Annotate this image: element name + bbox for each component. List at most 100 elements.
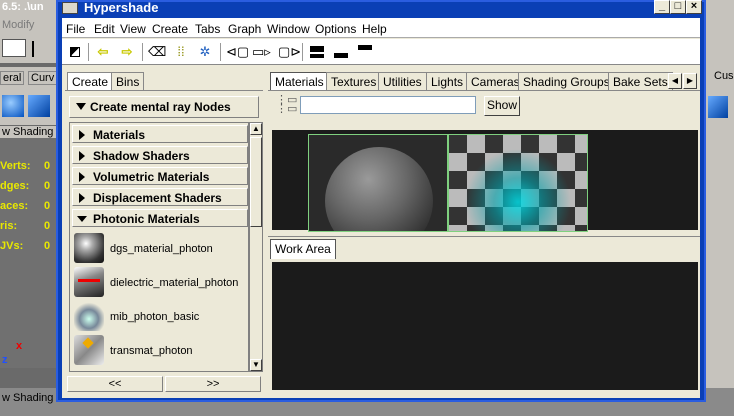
nav-next-button[interactable]: >> <box>165 376 261 392</box>
toolbar-separator <box>142 43 143 61</box>
filter-icon[interactable]: ⋮▭ ⋮▭ <box>276 95 297 116</box>
node-label: dgs_material_photon <box>110 243 213 255</box>
shelf-tool-icon[interactable] <box>708 96 728 118</box>
cube-icon[interactable] <box>28 95 50 117</box>
category-label: Shadow Shaders <box>93 149 190 163</box>
tab-textures[interactable]: Textures <box>326 72 382 90</box>
sphere-icon[interactable] <box>2 95 24 117</box>
category-materials[interactable]: Materials <box>72 125 248 143</box>
close-button[interactable]: × <box>686 0 702 14</box>
chevron-right-icon <box>79 172 85 182</box>
create-nodes-label: Create mental ray Nodes <box>90 100 231 114</box>
node-dielectric-material-photon[interactable]: dielectric_material_photon <box>74 267 248 301</box>
back-arrow-icon[interactable]: ⇦ <box>94 43 112 61</box>
menu-edit[interactable]: Edit <box>94 22 115 36</box>
tab-materials[interactable]: Materials <box>270 72 329 90</box>
category-displacement-shaders[interactable]: Displacement Shaders <box>72 188 248 206</box>
minimize-button[interactable]: _ <box>654 0 670 14</box>
input-connections-icon[interactable]: ⊲▢ <box>226 43 249 61</box>
filter-input[interactable] <box>300 96 476 114</box>
maximize-button[interactable]: □ <box>670 0 686 14</box>
shelf-tab-curves[interactable]: Curv <box>28 71 58 85</box>
tab-bins[interactable]: Bins <box>111 72 145 90</box>
background-dropdown[interactable] <box>2 39 26 57</box>
background-shelf-tabs: eral Curv <box>0 67 62 89</box>
create-nodes-dropdown[interactable]: Create mental ray Nodes <box>69 96 259 118</box>
input-output-icon[interactable]: ▭▹ <box>252 43 271 61</box>
category-label: Volumetric Materials <box>93 170 210 184</box>
toolbar: ⇦ ⇨ ⌫ ⁞⁞ ✲ ⊲▢ ▭▹ ▢⊳ <box>62 39 700 65</box>
node-tree-scrollbar[interactable]: ▲ ▼ <box>249 122 263 372</box>
material-swatch-area[interactable] <box>272 130 698 232</box>
hud-faces-label: aces: <box>0 200 29 212</box>
background-menu: Modify <box>0 17 62 35</box>
graph-nodes-icon[interactable] <box>66 43 84 61</box>
background-menu-modify[interactable]: Modify <box>2 19 34 31</box>
menu-file[interactable]: File <box>66 22 85 36</box>
chevron-right-icon <box>79 151 85 161</box>
background-viewport: Verts: 0 dges: 0 aces: 0 ris: 0 JVs: 0 x z <box>0 138 62 368</box>
menu-help[interactable]: Help <box>362 22 387 36</box>
tab-scroll-right-icon[interactable]: ▶ <box>683 73 697 89</box>
menu-graph[interactable]: Graph <box>228 22 261 36</box>
clear-graph-icon[interactable]: ⌫ <box>148 43 166 61</box>
window-title-bar[interactable]: Hypershade _ □ × <box>58 0 704 16</box>
node-label: dielectric_material_photon <box>110 277 239 289</box>
top-tab-only-icon[interactable] <box>308 43 326 61</box>
tab-cameras[interactable]: Cameras <box>466 72 525 90</box>
tab-shading-groups[interactable]: Shading Groups <box>518 72 615 90</box>
toolbar-separator <box>88 43 89 61</box>
rearrange-icon[interactable]: ⁞⁞ <box>172 43 190 61</box>
work-area-canvas[interactable] <box>272 262 698 390</box>
category-label: Displacement Shaders <box>93 191 222 205</box>
category-photonic-materials[interactable]: Photonic Materials <box>72 209 248 227</box>
nav-prev-button[interactable]: << <box>67 376 163 392</box>
shelf-tab-general[interactable]: eral <box>0 71 25 85</box>
node-dgs-material-photon[interactable]: dgs_material_photon <box>74 233 248 267</box>
shelf-tab-custom[interactable]: Cus <box>714 70 734 82</box>
tab-lights[interactable]: Lights <box>426 72 469 90</box>
top-bottom-tabs-icon[interactable] <box>356 43 374 61</box>
axis-x-label: x <box>16 340 23 352</box>
tab-divider <box>268 90 700 91</box>
menu-create[interactable]: Create <box>152 22 188 36</box>
hud-edges-label: dges: <box>0 180 30 192</box>
material-swatch-checker[interactable] <box>448 134 588 232</box>
dielectric-icon <box>74 267 104 297</box>
hud-edges-value: 0 <box>44 180 51 192</box>
category-volumetric-materials[interactable]: Volumetric Materials <box>72 167 248 185</box>
category-shadow-shaders[interactable]: Shadow Shaders <box>72 146 248 164</box>
menu-tabs[interactable]: Tabs <box>195 22 220 36</box>
hud-verts-value: 0 <box>44 160 51 172</box>
menu-window[interactable]: Window <box>267 22 310 36</box>
tab-work-area[interactable]: Work Area <box>270 239 336 259</box>
scroll-down-icon[interactable]: ▼ <box>250 359 262 371</box>
scroll-thumb[interactable] <box>250 137 262 227</box>
menu-view[interactable]: View <box>120 22 146 36</box>
bottom-tab-only-icon[interactable] <box>332 43 350 61</box>
output-connections-icon[interactable]: ▢⊳ <box>278 43 301 61</box>
background-separator <box>32 41 34 57</box>
node-transmat-photon[interactable]: transmat_photon <box>74 335 248 369</box>
category-label: Materials <box>93 128 146 142</box>
graph-materials-icon[interactable]: ✲ <box>196 43 214 61</box>
window-app-icon[interactable] <box>62 2 78 14</box>
node-mib-photon-basic[interactable]: mib_photon_basic <box>74 301 248 335</box>
hud-tris-value: 0 <box>44 220 51 232</box>
node-label: mib_photon_basic <box>110 311 200 323</box>
background-shelf-icons <box>0 89 62 125</box>
window-title: Hypershade <box>84 0 159 15</box>
tab-utilities[interactable]: Utilities <box>378 72 427 90</box>
material-swatch-sphere[interactable] <box>308 134 448 232</box>
tab-bake-sets[interactable]: Bake Sets <box>608 72 673 90</box>
hud-tris-label: ris: <box>0 220 18 232</box>
hypershade-window: Hypershade _ □ × File Edit View Create T… <box>56 0 706 402</box>
forward-arrow-icon[interactable]: ⇨ <box>118 43 136 61</box>
show-button[interactable]: Show <box>484 96 520 116</box>
tab-scroll-left-icon[interactable]: ◀ <box>668 73 682 89</box>
background-right-strip: Cus <box>704 0 734 416</box>
scroll-up-icon[interactable]: ▲ <box>250 123 262 135</box>
tab-create[interactable]: Create <box>67 72 114 90</box>
menu-options[interactable]: Options <box>315 22 356 36</box>
hud-faces-value: 0 <box>44 200 51 212</box>
